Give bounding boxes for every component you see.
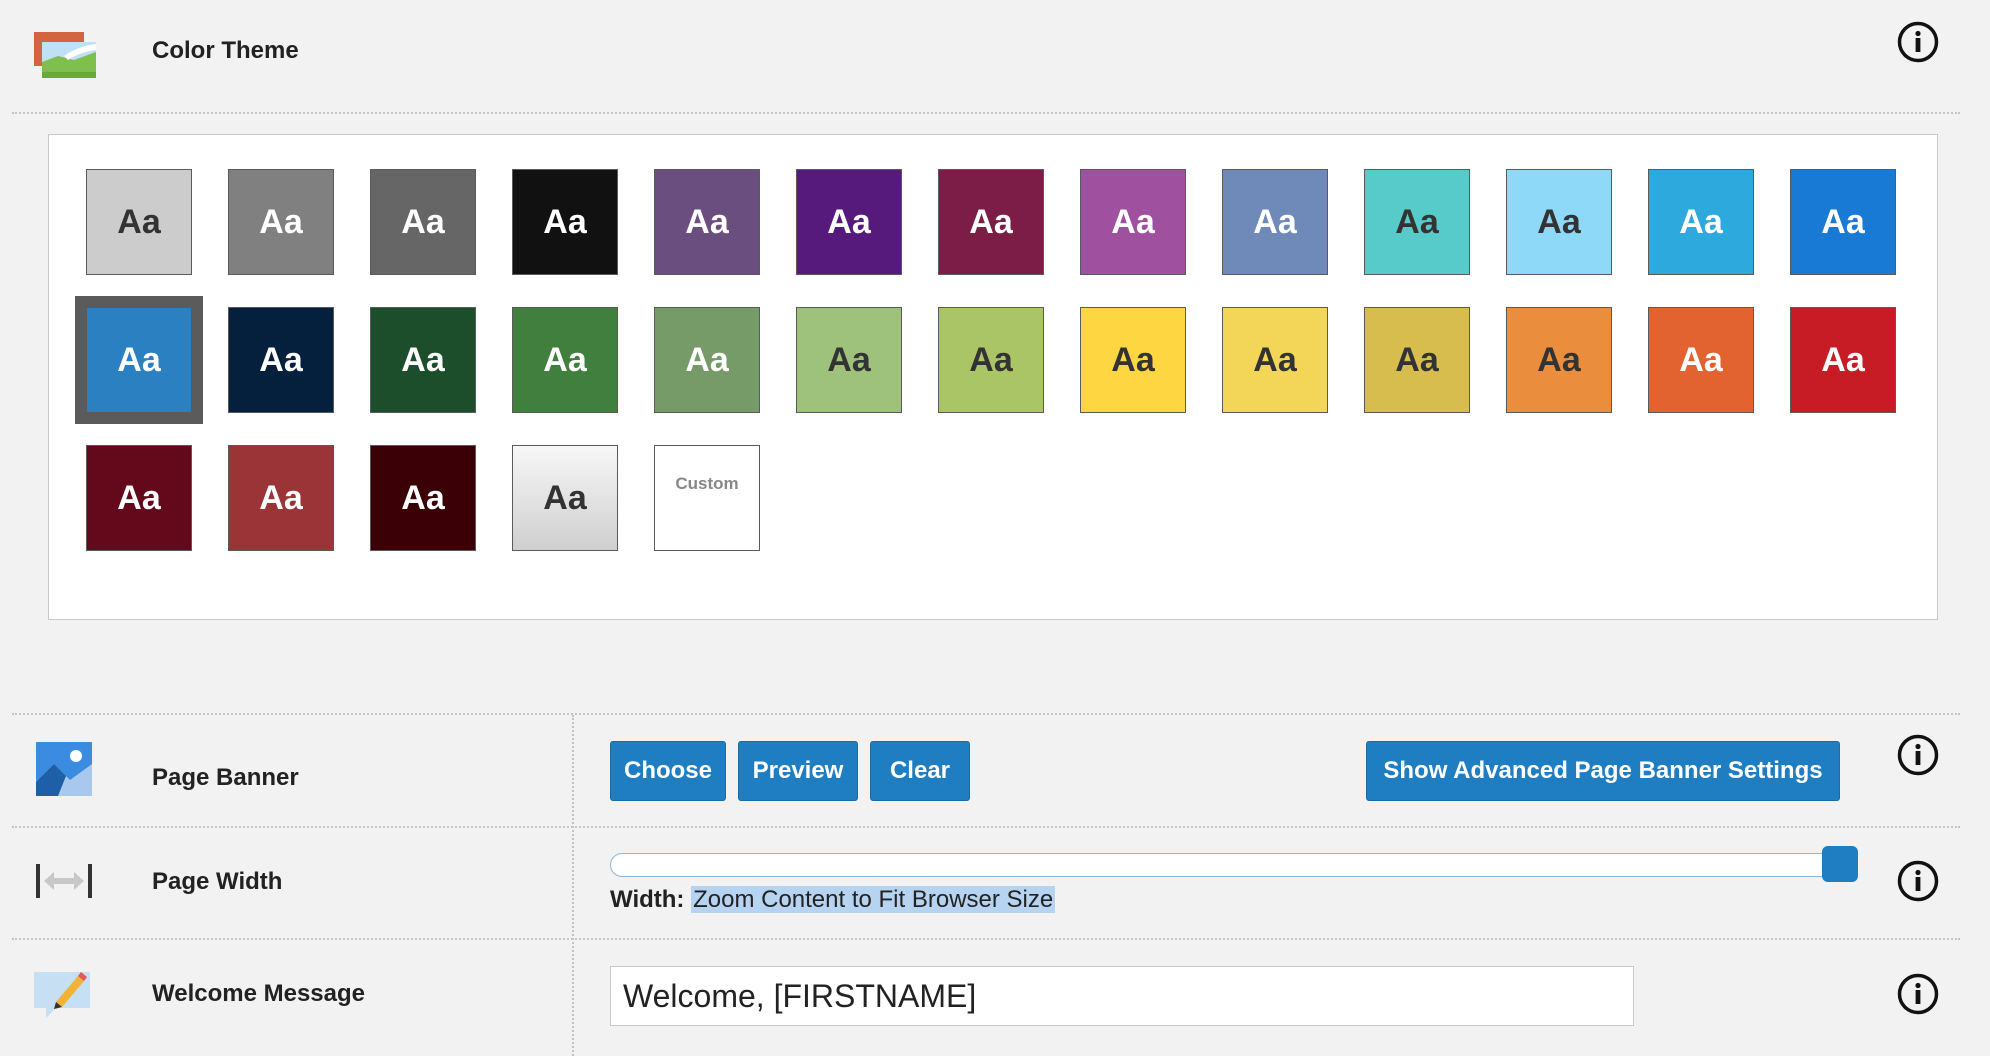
info-icon[interactable] [1897, 21, 1939, 63]
divider [12, 713, 1960, 715]
width-caption: Width: Zoom Content to Fit Browser Size [610, 886, 1056, 914]
color-theme-swatch[interactable]: Aa [1080, 169, 1186, 275]
color-theme-swatch[interactable]: Aa [1364, 169, 1470, 275]
color-theme-swatch[interactable]: Aa [370, 445, 476, 551]
show-advanced-page-banner-settings-button[interactable]: Show Advanced Page Banner Settings [1366, 741, 1840, 801]
width-caption-prefix: Width: [610, 886, 685, 913]
divider [12, 112, 1960, 114]
color-theme-swatch[interactable]: Aa [512, 445, 618, 551]
color-theme-swatch[interactable]: Aa [1506, 307, 1612, 413]
width-caption-value: Zoom Content to Fit Browser Size [691, 886, 1056, 913]
divider [12, 938, 1960, 940]
page-banner-label: Page Banner [152, 764, 299, 791]
custom-theme-swatch[interactable]: Custom [654, 445, 760, 551]
color-theme-swatch[interactable]: Aa [1222, 169, 1328, 275]
width-slider-track[interactable] [610, 853, 1854, 877]
divider [12, 826, 1960, 828]
page-width-label: Page Width [152, 868, 283, 895]
width-arrows-icon [36, 864, 92, 898]
color-theme-swatch[interactable]: Aa [938, 307, 1044, 413]
color-theme-swatch[interactable]: Aa [1790, 169, 1896, 275]
color-theme-swatch[interactable]: Aa [512, 307, 618, 413]
color-theme-swatch[interactable]: Aa [1080, 307, 1186, 413]
color-theme-swatch[interactable]: Aa [86, 445, 192, 551]
color-theme-swatch[interactable]: Aa [1506, 169, 1612, 275]
color-theme-swatch[interactable]: Aa [1648, 169, 1754, 275]
color-theme-swatch[interactable]: Aa [796, 307, 902, 413]
color-theme-swatch[interactable]: Aa [86, 169, 192, 275]
color-theme-swatch[interactable]: Aa [938, 169, 1044, 275]
welcome-message-icon [34, 972, 90, 1018]
color-theme-swatch[interactable]: Aa [654, 169, 760, 275]
divider [572, 715, 574, 1056]
color-theme-swatch[interactable]: Aa [1790, 307, 1896, 413]
info-icon[interactable] [1897, 973, 1939, 1015]
color-theme-swatch[interactable]: Aa [1648, 307, 1754, 413]
color-theme-swatch[interactable]: Aa [654, 307, 760, 413]
color-theme-swatch[interactable]: Aa [1222, 307, 1328, 413]
color-theme-swatch[interactable]: Aa [228, 445, 334, 551]
info-icon[interactable] [1897, 860, 1939, 902]
color-theme-icon [34, 32, 96, 78]
color-theme-swatch[interactable]: Aa [228, 169, 334, 275]
welcome-message-input[interactable] [610, 966, 1634, 1026]
color-theme-swatch[interactable]: Aa [1364, 307, 1470, 413]
color-theme-swatch[interactable]: Aa [512, 169, 618, 275]
clear-button[interactable]: Clear [870, 741, 970, 801]
preview-button[interactable]: Preview [738, 741, 858, 801]
color-theme-swatch[interactable]: Aa [796, 169, 902, 275]
color-theme-swatch[interactable]: Aa [75, 296, 203, 424]
color-theme-label: Color Theme [152, 37, 299, 64]
image-icon [36, 742, 92, 796]
choose-button[interactable]: Choose [610, 741, 726, 801]
color-theme-swatch[interactable]: Aa [228, 307, 334, 413]
color-theme-palette: Aa Aa Aa Aa Aa Aa Aa Aa Aa Aa Aa Aa Aa Aa Aa Aa Aa Aa Aa Aa… [48, 134, 1938, 620]
welcome-message-label: Welcome Message [152, 980, 365, 1007]
width-slider-handle[interactable] [1822, 846, 1858, 882]
info-icon[interactable] [1897, 734, 1939, 776]
color-theme-swatch[interactable]: Aa [370, 169, 476, 275]
color-theme-swatch[interactable]: Aa [370, 307, 476, 413]
